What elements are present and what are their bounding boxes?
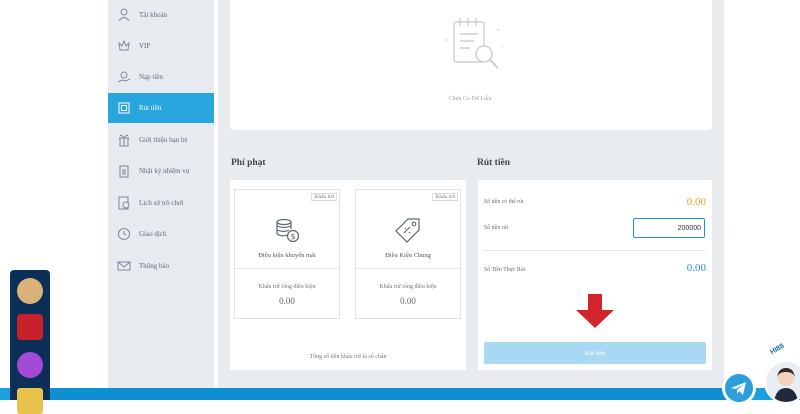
bottom-nav-bar-inner [40, 388, 740, 400]
support-agent-avatar[interactable] [764, 360, 800, 404]
price-tag-icon [394, 216, 422, 244]
empty-state-text: Chưa Có Dữ Liệu [448, 96, 492, 102]
sidebar-item-label: Nhật ký nhiệm vụ [139, 167, 190, 175]
sidebar-item-label: Giới thiệu bạn bè [139, 136, 188, 144]
document-search-icon [440, 10, 512, 82]
sidebar-item-withdraw[interactable]: Rút tiền [108, 93, 214, 123]
penalty-total-note: Tổng số tiền khấu trừ là số chẵn [309, 354, 387, 360]
sidebar-item-game-history[interactable]: Lịch sử trò chơi [108, 188, 214, 218]
clipboard-icon [117, 164, 131, 178]
sidebar-item-label: Thông báo [139, 262, 170, 270]
condition-value: 0.00 [400, 296, 416, 306]
withdraw-submit-button[interactable]: Rút tiền [484, 342, 706, 364]
penalty-section-title: Phí phạt [231, 158, 266, 168]
vip-icon [117, 39, 131, 53]
available-amount-label: Số tiền có thể rút [484, 199, 524, 205]
deduct-badge: Khấu trừ [311, 193, 337, 201]
sidebar-item-vip[interactable]: VIP [108, 31, 214, 61]
withdraw-amount-label: Số tiền rút [484, 225, 509, 231]
sidebar-item-mission-log[interactable]: Nhật ký nhiệm vụ [108, 156, 214, 186]
sidebar-item-label: Tài khoản [139, 11, 168, 19]
penalty-card-promotion: Khấu trừ $ Điều kiện khuyến mãi Khấu trừ… [234, 189, 340, 319]
sidebar-item-label: Giao dịch [139, 230, 167, 238]
withdraw-amount-input[interactable] [633, 218, 705, 238]
user-icon [117, 8, 131, 22]
sidebar-item-label: Rút tiền [139, 104, 162, 112]
deduct-badge: Khấu trừ [432, 193, 458, 201]
condition-value: 0.00 [279, 296, 295, 306]
transaction-icon [117, 227, 131, 241]
penalty-card-general: Khấu trừ Điều Kiện Chung Khấu trừ tổng đ… [355, 189, 461, 319]
brand-label: HI88 [769, 342, 786, 357]
mail-icon [117, 259, 131, 273]
divider [356, 268, 460, 269]
sidebar-item-referral[interactable]: Giới thiệu bạn bè [108, 125, 214, 155]
hippo-mascot-icon[interactable] [17, 278, 43, 304]
available-amount-value: 0.00 [686, 196, 706, 208]
sidebar-item-deposit[interactable]: Nạp tiền [108, 62, 214, 92]
condition-subtitle: Khấu trừ tổng điều kiện [258, 284, 316, 290]
sidebar-item-label: VIP [139, 42, 151, 50]
real-amount-label: Số Tiền Thực Rút [484, 267, 526, 273]
deposit-icon [117, 70, 131, 84]
account-sidebar: Tài khoản VIP Nạp tiền Rút tiền Giới thi… [108, 0, 214, 390]
treasure-chest-icon[interactable] [17, 388, 43, 414]
gift-icon [117, 133, 131, 147]
red-envelope-icon[interactable] [17, 314, 43, 340]
real-amount-value: 0.00 [686, 262, 706, 274]
condition-name: Điều kiện khuyến mãi [258, 252, 316, 259]
withdraw-section-title: Rút tiền [477, 158, 510, 168]
condition-subtitle: Khấu trừ tổng điều kiện [379, 284, 437, 290]
sidebar-item-account[interactable]: Tài khoản [108, 0, 214, 30]
history-icon [117, 196, 131, 210]
condition-name: Điều Kiện Chung [385, 252, 431, 259]
red-down-arrow-icon [574, 294, 616, 330]
withdraw-icon [117, 101, 131, 115]
floating-promo-panel [10, 270, 50, 414]
divider [235, 268, 339, 269]
coins-icon: $ [273, 216, 301, 244]
lucky-wheel-icon[interactable] [17, 352, 43, 378]
sidebar-item-transactions[interactable]: Giao dịch [108, 219, 214, 249]
svg-text:$: $ [290, 232, 295, 241]
sidebar-item-label: Lịch sử trò chơi [139, 199, 184, 207]
sidebar-item-label: Nạp tiền [139, 73, 163, 81]
divider [484, 250, 706, 251]
sidebar-item-notifications[interactable]: Thông báo [108, 251, 214, 281]
